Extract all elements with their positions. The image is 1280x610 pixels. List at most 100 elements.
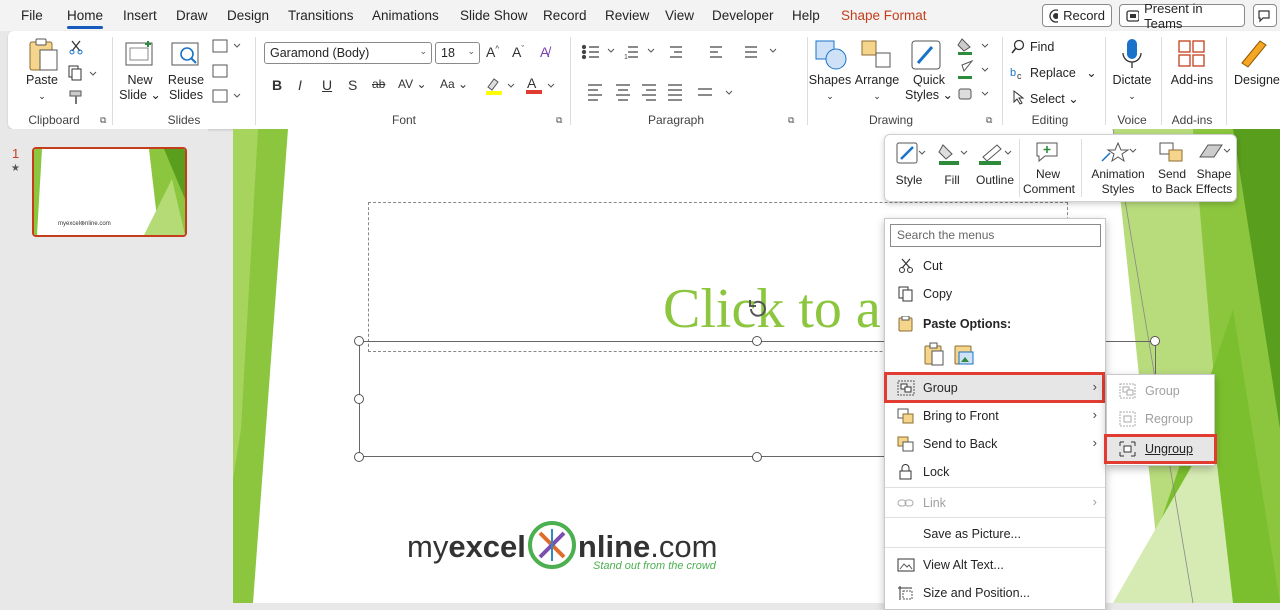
tab-slide-show[interactable]: Slide Show (460, 8, 528, 23)
slide-number: 1 (12, 146, 20, 161)
resize-handle[interactable] (354, 452, 364, 462)
slide-thumbnail[interactable]: myexcel⊗nline.com (32, 147, 187, 237)
dictate-button[interactable]: Dictate ⌄ (1108, 73, 1156, 104)
tab-file[interactable]: File (21, 8, 43, 23)
slide-layout-icons[interactable] (212, 39, 246, 109)
present-in-teams-button[interactable]: Present in Teams (1119, 1, 1245, 31)
increase-font-icon[interactable]: A^ (486, 44, 499, 60)
resize-handle[interactable] (354, 336, 364, 346)
copy-icon[interactable] (68, 65, 98, 81)
cut-icon[interactable] (68, 39, 84, 55)
record-label: Record (1063, 8, 1105, 23)
addins-icon (1178, 40, 1205, 67)
font-family-combo[interactable]: Garamond (Body) ⌄ (264, 42, 432, 64)
menu-item-save-as-picture[interactable]: Save as Picture... (885, 521, 1105, 547)
tab-draw[interactable]: Draw (176, 8, 208, 23)
animation-styles-button[interactable]: Animation Styles (1087, 141, 1149, 197)
copy-icon (898, 286, 913, 302)
new-comment-button[interactable]: New Comment (1023, 141, 1075, 197)
bold-icon[interactable]: B (272, 77, 282, 93)
tab-record[interactable]: Record (543, 8, 587, 23)
style-button[interactable]: Style (891, 141, 927, 188)
outline-icon (979, 144, 1012, 165)
arrange-button[interactable]: Arrange ⌄ (854, 73, 900, 104)
animation-star-icon: ★ (11, 163, 20, 174)
clear-format-icon[interactable]: A̸ (540, 44, 549, 60)
send-to-back-icon (1159, 142, 1183, 162)
tab-transitions[interactable]: Transitions (288, 8, 354, 23)
arrange-icon (861, 40, 891, 68)
voice-group-label: Voice (1117, 113, 1147, 127)
send-to-back-button[interactable]: Send to Back (1149, 141, 1195, 197)
menu-item-send-to-back[interactable]: Send to Back › (885, 431, 1105, 457)
context-menu: Search the menus Cut Copy Paste Options:… (884, 218, 1106, 610)
menu-item-cut[interactable]: Cut (885, 253, 1105, 279)
outline-button[interactable]: Outline (975, 141, 1015, 188)
comments-button[interactable] (1253, 4, 1277, 27)
resize-handle[interactable] (1150, 336, 1160, 346)
tab-developer[interactable]: Developer (712, 8, 774, 23)
menu-item-copy[interactable]: Copy (885, 281, 1105, 307)
paragraph-icons[interactable]: 1 (580, 43, 790, 103)
send-to-back-icon (897, 436, 914, 452)
drawing-launcher-icon[interactable]: ⧉ (986, 115, 992, 126)
logo-x-icon (527, 521, 576, 569)
separator (112, 37, 113, 125)
group-highlight-box (884, 372, 1105, 403)
resize-handle[interactable] (752, 336, 762, 346)
fill-button[interactable]: Fill (935, 141, 969, 188)
underline-icon[interactable]: U (322, 77, 332, 93)
char-spacing-icon[interactable]: AV ⌄ (398, 77, 427, 91)
tab-shape-format[interactable]: Shape Format (841, 8, 927, 23)
shape-fill-outline-effects-icons[interactable] (956, 37, 996, 107)
reuse-slides-button[interactable]: Reuse Slides (164, 73, 208, 103)
tab-insert[interactable]: Insert (123, 8, 157, 23)
paragraph-launcher-icon[interactable]: ⧉ (788, 115, 794, 126)
rotate-handle-icon[interactable] (747, 298, 769, 320)
paste-button[interactable]: Paste ⌄ (22, 73, 62, 104)
replace-button[interactable]: Replace ⌄ (1030, 66, 1097, 81)
shapes-button[interactable]: Shapes ⌄ (808, 73, 852, 104)
find-button[interactable]: Find (1030, 40, 1054, 55)
tab-help[interactable]: Help (792, 8, 820, 23)
chevron-right-icon: › (1092, 494, 1097, 509)
decrease-font-icon[interactable]: Aˇ (512, 44, 524, 60)
tab-view[interactable]: View (665, 8, 694, 23)
strikethrough-icon[interactable]: ab (372, 77, 385, 91)
editing-group-label: Editing (1031, 113, 1069, 127)
new-slide-button[interactable]: New Slide ⌄ (118, 73, 162, 103)
addins-button[interactable]: Add-ins (1166, 73, 1218, 88)
tab-animations[interactable]: Animations (372, 8, 439, 23)
menu-item-view-alt-text[interactable]: View Alt Text... (885, 552, 1105, 578)
record-button[interactable]: Record (1042, 4, 1112, 27)
submenu-item-regroup: Regroup (1107, 406, 1214, 432)
resize-handle[interactable] (354, 394, 364, 404)
shape-effects-button[interactable]: Shape Effects (1193, 141, 1235, 197)
svg-text:A: A (527, 75, 537, 91)
clipboard-launcher-icon[interactable]: ⧉ (100, 115, 106, 126)
font-size-combo[interactable]: 18 ⌄ (435, 42, 480, 64)
designer-button[interactable]: Designer (1234, 73, 1280, 88)
menu-item-lock[interactable]: Lock (885, 459, 1105, 485)
quick-styles-button[interactable]: Quick Styles ⌄ (904, 73, 954, 103)
search-menus-input[interactable]: Search the menus (890, 224, 1101, 247)
menu-item-bring-to-front[interactable]: Bring to Front › (885, 403, 1105, 429)
paste-option-icons[interactable] (923, 342, 975, 366)
font-launcher-icon[interactable]: ⧉ (556, 115, 562, 126)
fill-icon (938, 144, 968, 165)
separator (1226, 37, 1227, 125)
menu-item-size-and-position[interactable]: Size and Position... (885, 580, 1105, 606)
shadow-icon[interactable]: S (348, 77, 357, 93)
highlight-color-icon[interactable] (484, 77, 518, 95)
font-color-icon[interactable]: A (524, 75, 558, 95)
shape-effects-icon (1199, 144, 1231, 158)
italic-icon[interactable]: I (298, 77, 302, 93)
tab-home[interactable]: Home (67, 8, 104, 29)
ribbon: Paste ⌄ Clipboard ⧉ New Slide ⌄ Reuse Slide… (8, 31, 1280, 129)
change-case-icon[interactable]: Aa ⌄ (440, 77, 468, 91)
resize-handle[interactable] (752, 452, 762, 462)
tab-design[interactable]: Design (227, 8, 269, 23)
select-button[interactable]: Select ⌄ (1030, 92, 1079, 107)
tab-review[interactable]: Review (605, 8, 649, 23)
format-painter-icon[interactable] (68, 89, 84, 105)
